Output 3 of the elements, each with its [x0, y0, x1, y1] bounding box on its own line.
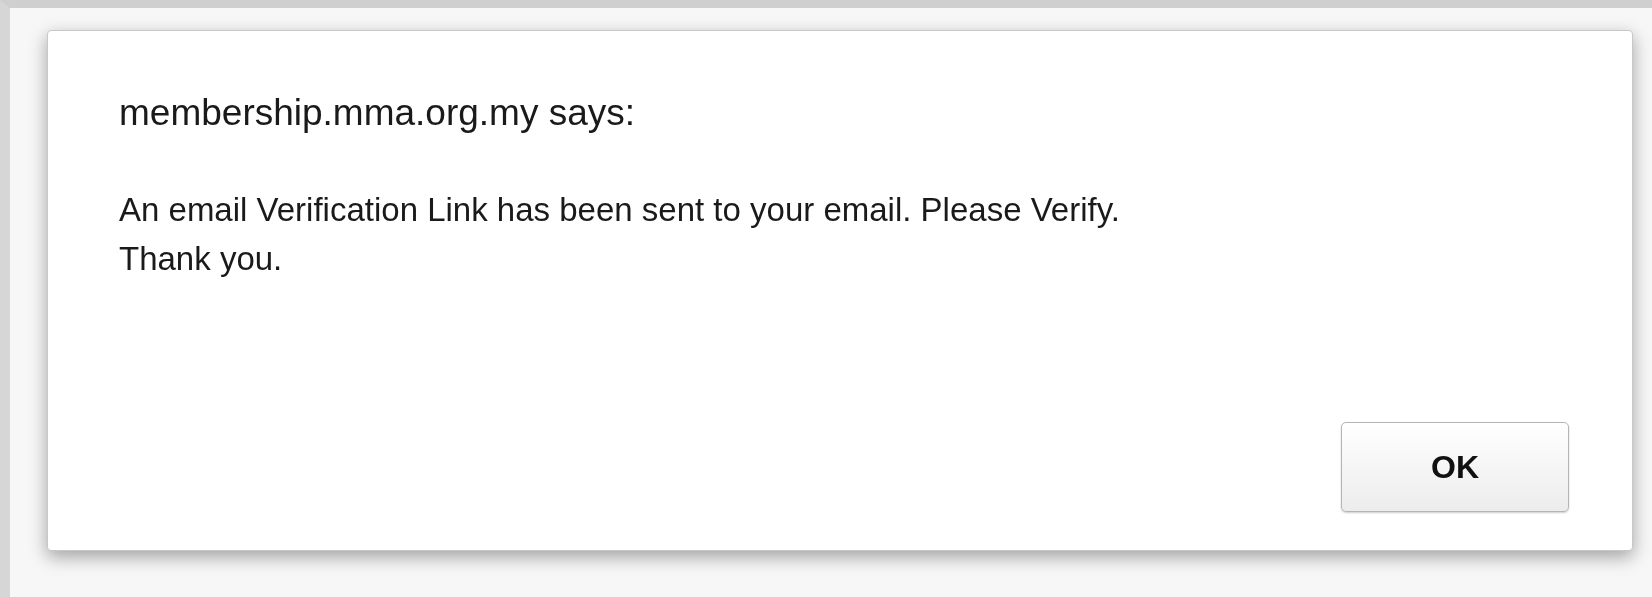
dialog-title: membership.mma.org.my says: [119, 91, 637, 135]
ok-button[interactable]: OK [1341, 422, 1569, 512]
dialog-message: An email Verification Link has been sent to your email. Please Verify. Thank you. [119, 190, 1120, 279]
